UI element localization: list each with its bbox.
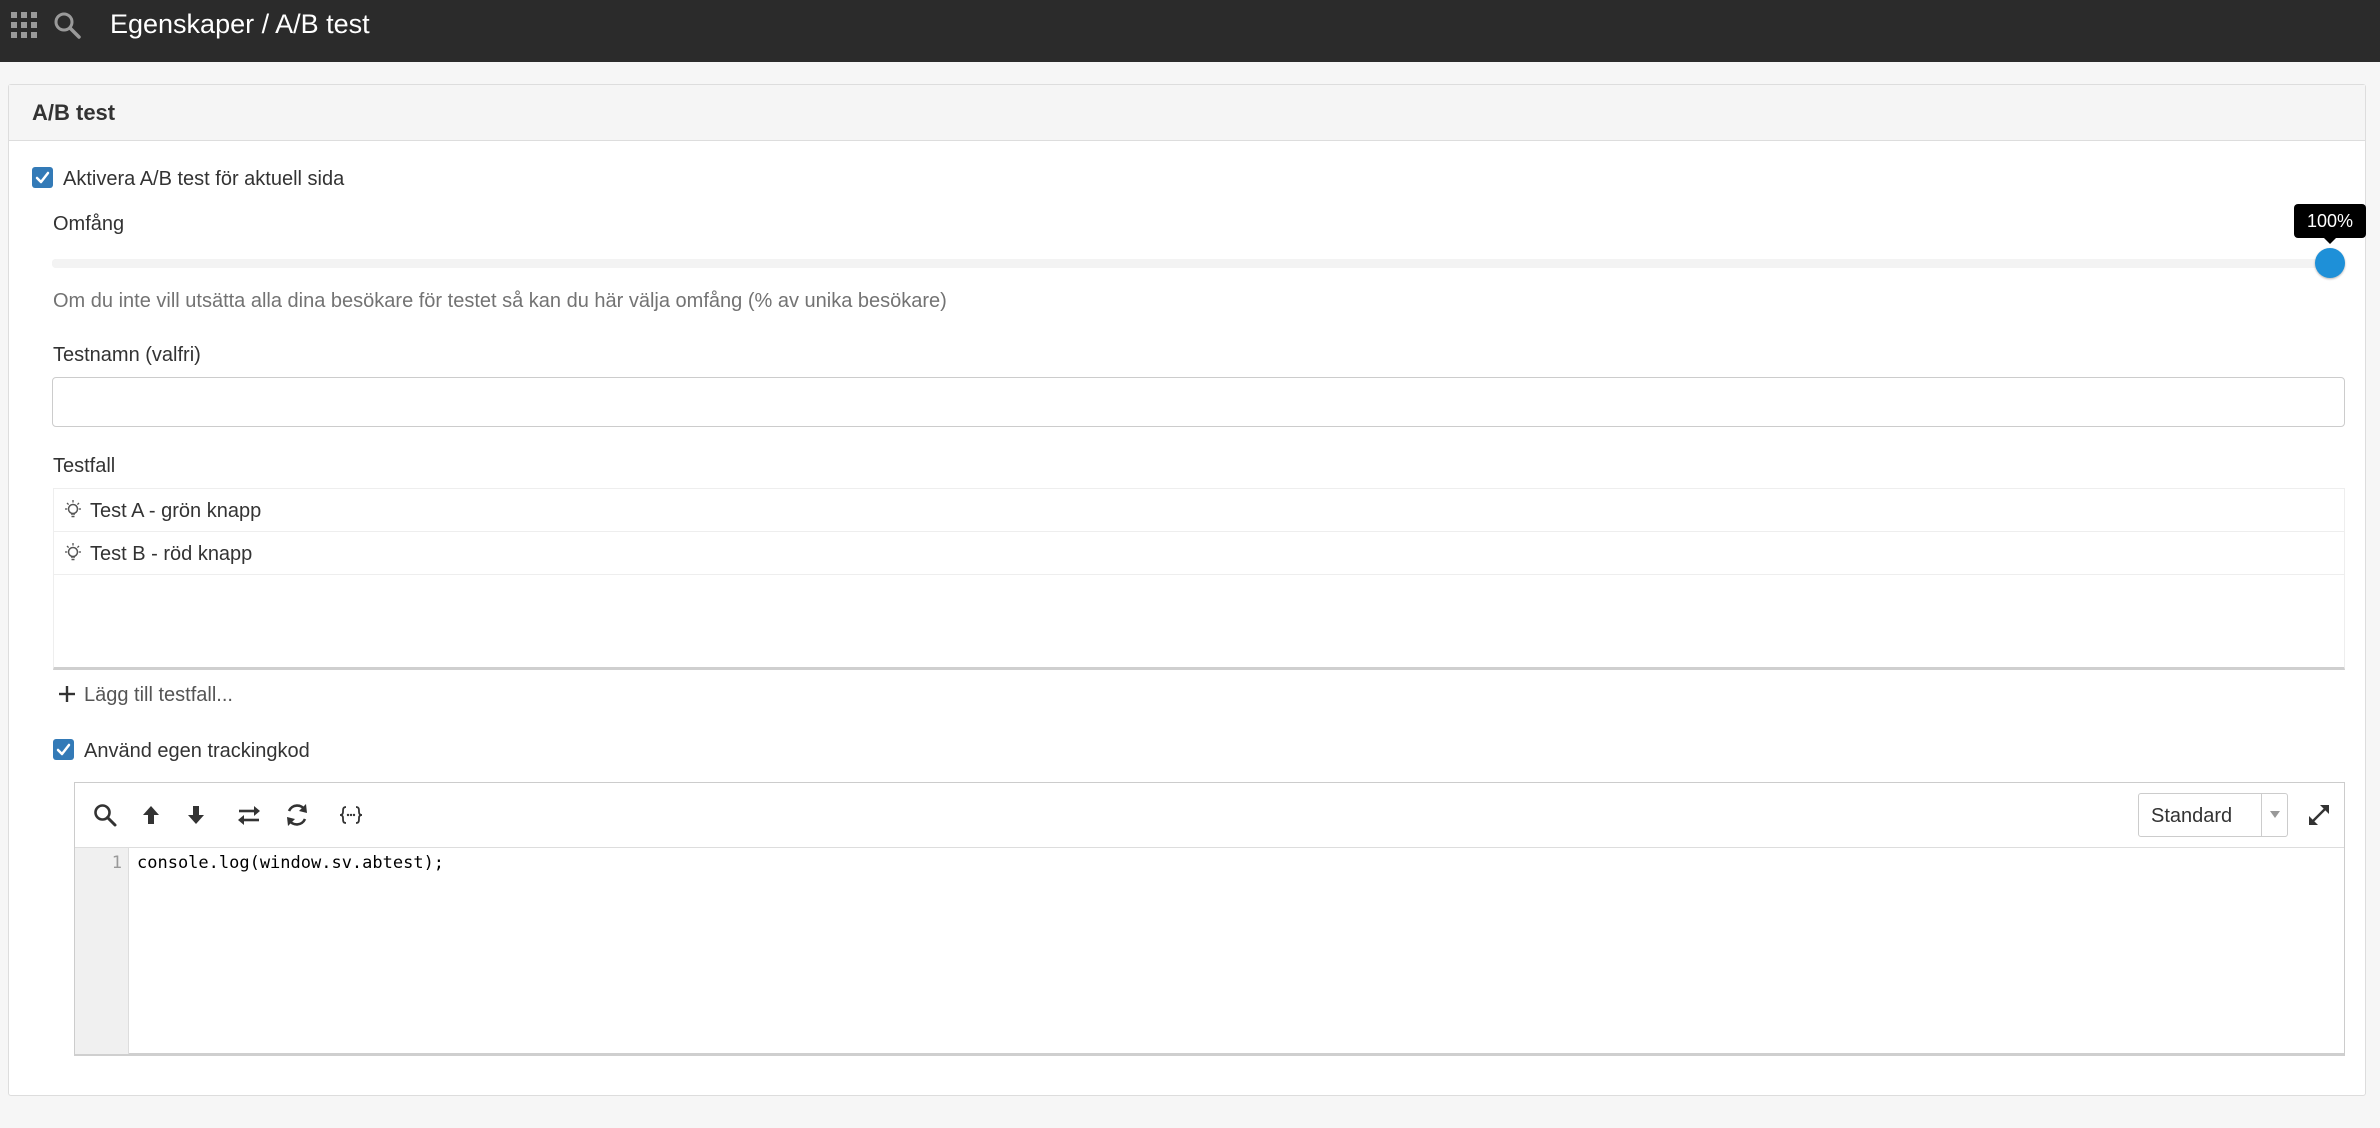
- select-divider: [2261, 794, 2262, 836]
- testname-input[interactable]: [52, 377, 2345, 427]
- swap-icon[interactable]: [235, 801, 263, 829]
- tracking-label[interactable]: Använd egen trackingkod: [84, 739, 310, 763]
- fullscreen-icon[interactable]: [2305, 801, 2333, 829]
- scope-slider-fill: [52, 259, 2345, 268]
- refresh-icon[interactable]: [283, 801, 311, 829]
- code-editor: Standard 1 console.log(window.sv.abtest)…: [74, 782, 2345, 1056]
- line-gutter: 1: [75, 848, 129, 1054]
- page-title: Egenskaper / A/B test: [110, 9, 370, 39]
- scope-slider-track[interactable]: [52, 259, 2345, 268]
- plus-icon: [59, 686, 75, 702]
- search-icon[interactable]: [52, 10, 82, 40]
- code-line[interactable]: console.log(window.sv.abtest);: [137, 852, 444, 874]
- search-icon[interactable]: [91, 801, 119, 829]
- testcase-label: Test B - röd knapp: [90, 543, 253, 565]
- add-testcase-label: Lägg till testfall...: [84, 684, 233, 706]
- check-icon: [56, 743, 71, 756]
- arrow-down-icon[interactable]: [182, 801, 210, 829]
- editor-toolbar: Standard: [75, 783, 2344, 848]
- mode-select[interactable]: Standard: [2138, 793, 2288, 837]
- tracking-checkbox[interactable]: [53, 739, 74, 760]
- scope-slider-handle[interactable]: [2315, 248, 2345, 278]
- line-number: 1: [111, 853, 122, 873]
- braces-icon[interactable]: [337, 801, 365, 829]
- testname-label: Testnamn (valfri): [53, 344, 201, 366]
- enable-abtest-checkbox[interactable]: [32, 167, 53, 188]
- scope-label: Omfång: [53, 213, 125, 235]
- lightbulb-icon: [65, 543, 81, 561]
- enable-abtest-label[interactable]: Aktivera A/B test för aktuell sida: [63, 167, 344, 191]
- panel-title: A/B test: [9, 85, 2365, 141]
- chevron-down-icon: [2270, 811, 2280, 818]
- editor-body[interactable]: 1 console.log(window.sv.abtest);: [75, 848, 2344, 1054]
- testcase-item[interactable]: Test A - grön knapp: [54, 489, 2344, 532]
- testcase-item[interactable]: Test B - röd knapp: [54, 532, 2344, 575]
- arrow-up-icon[interactable]: [137, 801, 165, 829]
- check-icon: [35, 171, 50, 184]
- lightbulb-icon: [65, 500, 81, 518]
- apps-grid-icon[interactable]: [11, 12, 37, 38]
- scope-help-text: Om du inte vill utsätta alla dina besöka…: [53, 290, 947, 312]
- testcase-label: Test A - grön knapp: [90, 500, 262, 522]
- mode-select-value: Standard: [2151, 805, 2233, 827]
- top-bar: Egenskaper / A/B test: [0, 0, 2380, 62]
- testcases-label: Testfall: [53, 455, 116, 477]
- testcase-list: Test A - grön knapp Test B - röd knapp: [53, 488, 2345, 670]
- scope-tooltip: 100%: [2294, 204, 2367, 244]
